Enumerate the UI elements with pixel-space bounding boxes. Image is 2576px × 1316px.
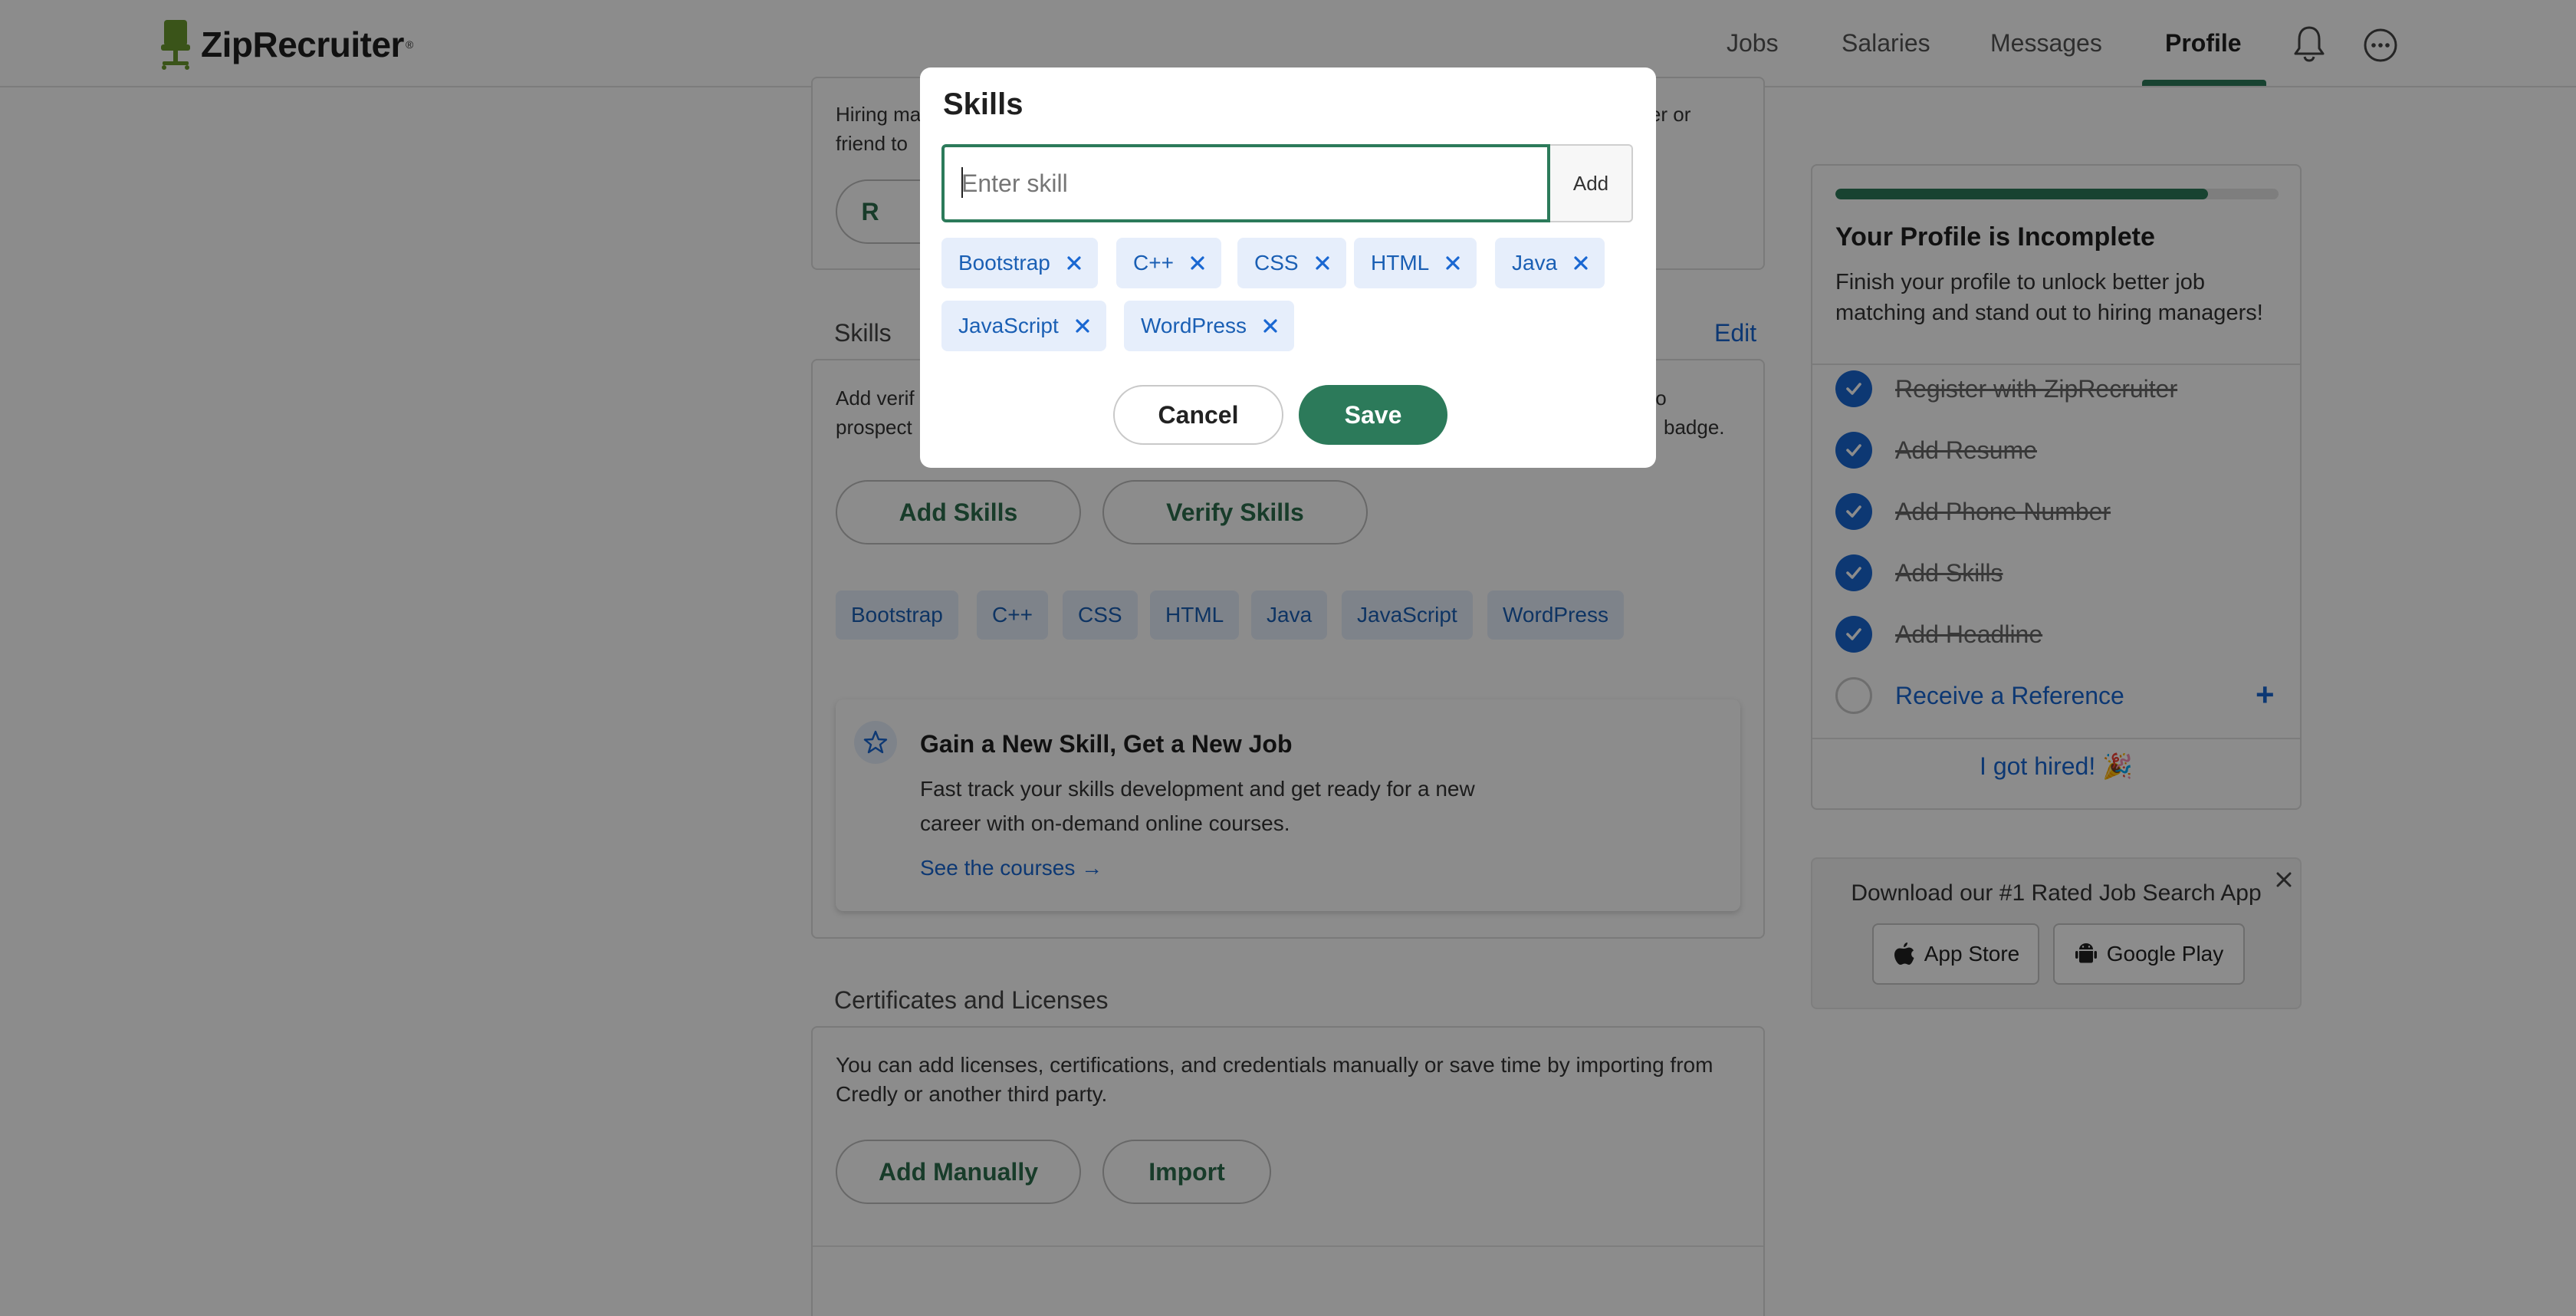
- add-skill-button[interactable]: Add: [1550, 144, 1633, 222]
- skill-tag: JavaScript: [941, 301, 1106, 351]
- skill-tag: WordPress: [1124, 301, 1294, 351]
- skill-tag-label: JavaScript: [958, 314, 1059, 337]
- skill-tag-label: Bootstrap: [958, 251, 1050, 275]
- skill-tag: HTML: [1354, 238, 1477, 288]
- skill-tag: Java: [1495, 238, 1605, 288]
- remove-skill-icon[interactable]: [1174, 255, 1206, 271]
- save-button[interactable]: Save: [1299, 385, 1447, 445]
- page: ZipRecruiter ® Jobs Salaries Messages Pr…: [0, 0, 2576, 1316]
- skill-tag-label: Java: [1512, 251, 1558, 275]
- remove-skill-icon[interactable]: [1299, 255, 1331, 271]
- skill-tag-label: C++: [1133, 251, 1174, 275]
- skill-tag: Bootstrap: [941, 238, 1098, 288]
- remove-skill-icon[interactable]: [1247, 317, 1279, 334]
- text-caret: [961, 167, 963, 198]
- modal-title: Skills: [943, 87, 1024, 121]
- skill-tag-label: WordPress: [1141, 314, 1247, 337]
- skill-tag-label: CSS: [1254, 251, 1299, 275]
- remove-skill-icon[interactable]: [1050, 255, 1083, 271]
- skill-tag: CSS: [1237, 238, 1346, 288]
- cancel-button[interactable]: Cancel: [1113, 385, 1283, 445]
- remove-skill-icon[interactable]: [1429, 255, 1461, 271]
- skill-tag: C++: [1116, 238, 1221, 288]
- skill-input[interactable]: [941, 144, 1550, 222]
- skill-tag-label: HTML: [1371, 251, 1430, 275]
- remove-skill-icon[interactable]: [1059, 317, 1091, 334]
- skills-modal: Skills Add Bootstrap C++ CSS HTML Java JavaSc…: [920, 67, 1656, 468]
- remove-skill-icon[interactable]: [1557, 255, 1589, 271]
